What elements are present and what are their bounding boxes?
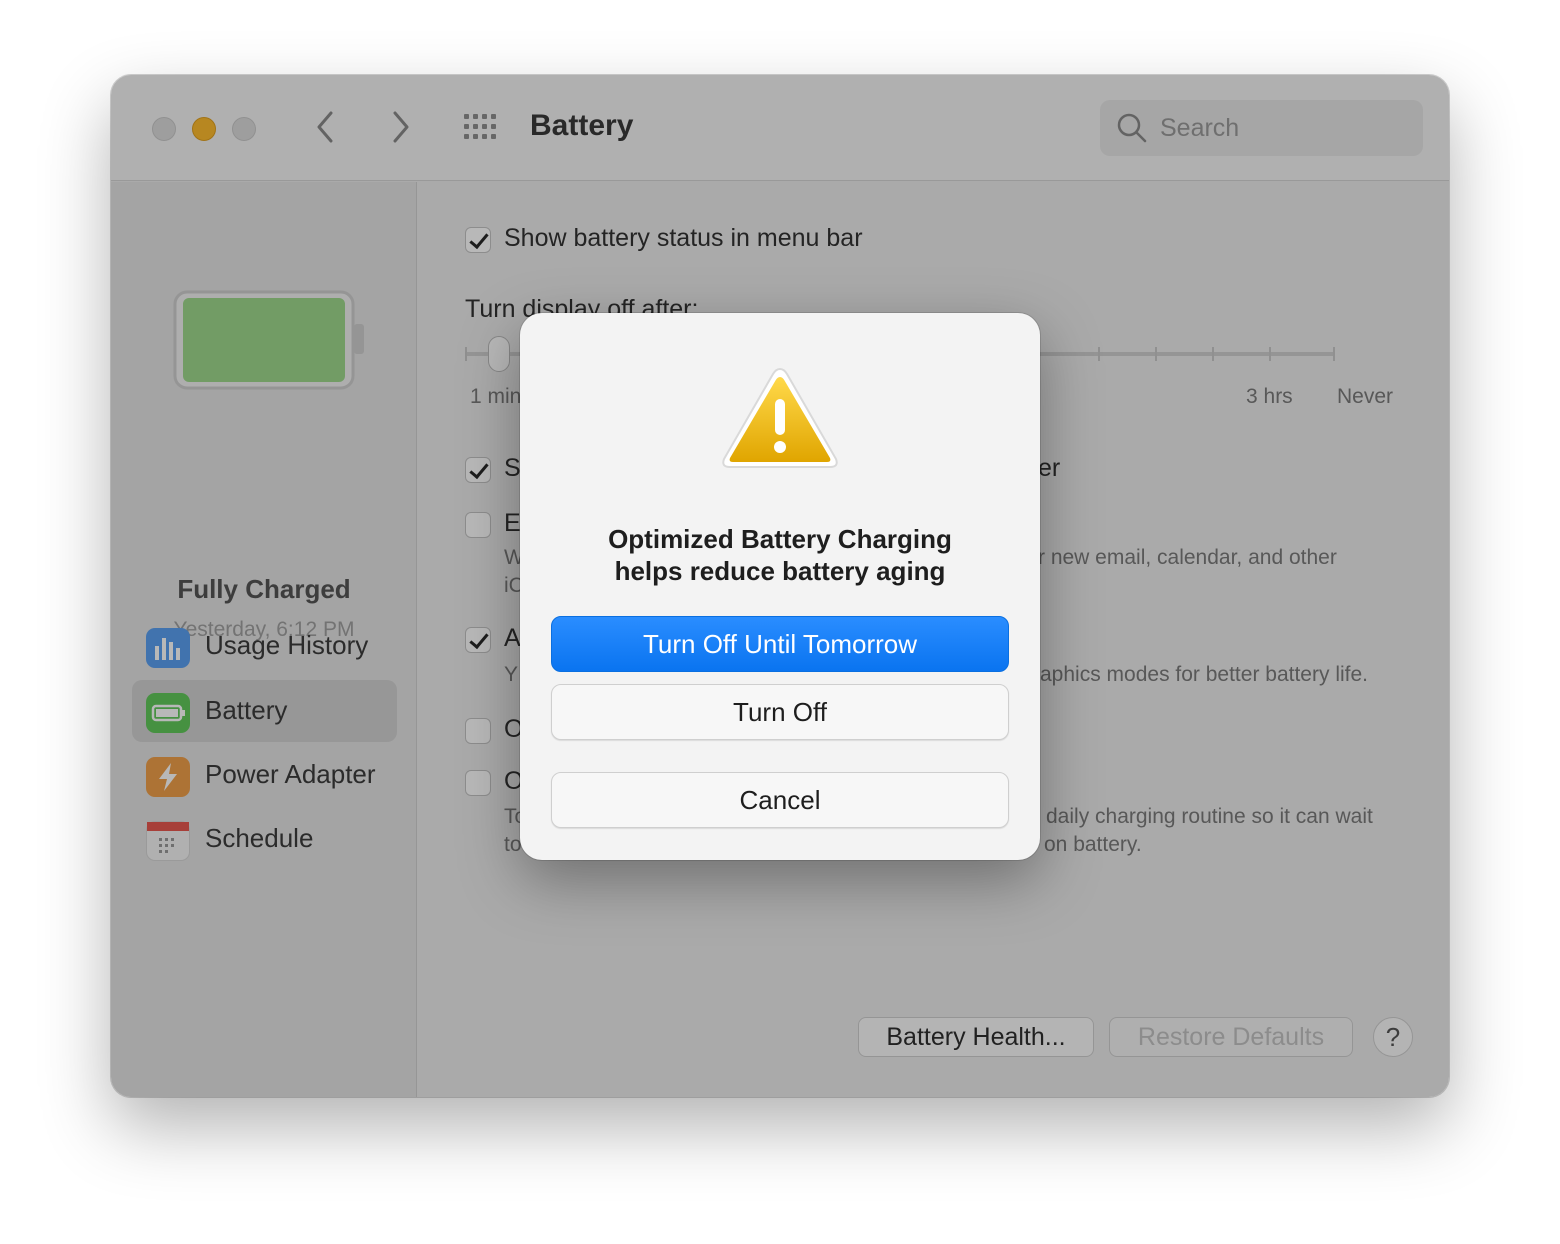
turn-off-button[interactable]: Turn Off: [551, 684, 1009, 740]
warning-icon: [722, 367, 838, 468]
optimized-charging-alert: Optimized Battery Charging helps reduce …: [520, 313, 1040, 860]
alert-title: Optimized Battery Charging helps reduce …: [550, 523, 1010, 587]
turn-off-until-tomorrow-button[interactable]: Turn Off Until Tomorrow: [551, 616, 1009, 672]
cancel-button[interactable]: Cancel: [551, 772, 1009, 828]
alert-title-line-2: helps reduce battery aging: [614, 556, 946, 586]
alert-title-line-1: Optimized Battery Charging: [608, 524, 952, 554]
